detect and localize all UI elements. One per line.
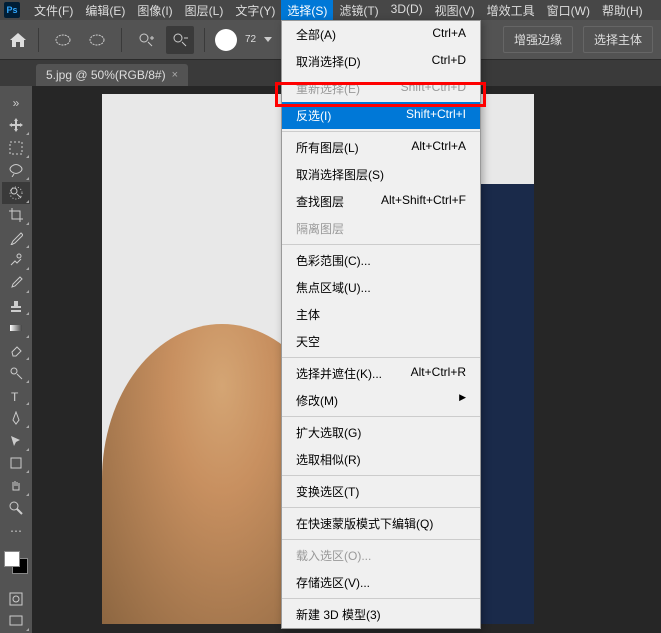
path-selection-tool[interactable] — [2, 430, 30, 452]
quick-select-add-icon[interactable] — [132, 26, 160, 54]
menu-图层[interactable]: 图层(L) — [179, 0, 230, 21]
lasso-tool[interactable] — [2, 160, 30, 182]
menu-bar: Ps 文件(F)编辑(E)图像(I)图层(L)文字(Y)选择(S)滤镜(T)3D… — [0, 0, 661, 20]
eraser-tool[interactable] — [2, 340, 30, 362]
menu-视图[interactable]: 视图(V) — [429, 0, 481, 21]
menu-item[interactable]: 所有图层(L)Alt+Ctrl+A — [282, 134, 480, 161]
hand-tool[interactable] — [2, 475, 30, 497]
home-icon[interactable] — [8, 31, 28, 49]
close-icon[interactable]: × — [172, 69, 178, 81]
menu-item[interactable]: 存储选区(V)... — [282, 569, 480, 596]
menu-item[interactable]: 变换选区(T) — [282, 478, 480, 505]
stamp-tool[interactable] — [2, 295, 30, 317]
quick-mask-icon[interactable] — [2, 588, 30, 610]
menu-item[interactable]: 修改(M)▶ — [282, 387, 480, 414]
crop-tool[interactable] — [2, 205, 30, 227]
marquee-tool[interactable] — [2, 137, 30, 159]
screen-mode-icon[interactable] — [2, 611, 30, 633]
menu-item[interactable]: 选取相似(R) — [282, 446, 480, 473]
edit-toolbar[interactable]: ⋯ — [2, 520, 30, 542]
brush-preview[interactable] — [215, 29, 237, 51]
menu-item[interactable]: 色彩范围(C)... — [282, 247, 480, 274]
menu-item[interactable]: 选择并遮住(K)...Alt+Ctrl+R — [282, 360, 480, 387]
select-menu-dropdown: 全部(A)Ctrl+A取消选择(D)Ctrl+D重新选择(E)Shift+Ctr… — [281, 20, 481, 629]
menu-文件[interactable]: 文件(F) — [28, 0, 79, 21]
menu-item: 隔离图层 — [282, 215, 480, 242]
menu-item[interactable]: 主体 — [282, 301, 480, 328]
menu-item[interactable]: 在快速蒙版模式下编辑(Q) — [282, 510, 480, 537]
svg-text:T: T — [11, 390, 19, 403]
quick-select-subtract-icon[interactable] — [166, 26, 194, 54]
quick-selection-tool[interactable] — [2, 182, 30, 204]
menu-帮助[interactable]: 帮助(H) — [596, 0, 649, 21]
menu-item[interactable]: 查找图层Alt+Shift+Ctrl+F — [282, 188, 480, 215]
menu-item[interactable]: 取消选择图层(S) — [282, 161, 480, 188]
move-tool[interactable] — [2, 115, 30, 137]
menu-item[interactable]: 焦点区域(U)... — [282, 274, 480, 301]
menu-窗口[interactable]: 窗口(W) — [541, 0, 596, 21]
healing-brush-tool[interactable] — [2, 250, 30, 272]
gradient-tool[interactable] — [2, 317, 30, 339]
brush-size-label: 72 — [245, 34, 256, 45]
menu-选择[interactable]: 选择(S) — [281, 0, 333, 21]
dodge-tool[interactable] — [2, 362, 30, 384]
app-logo: Ps — [4, 2, 20, 18]
document-tab[interactable]: 5.jpg @ 50%(RGB/8#) × — [36, 64, 188, 86]
menu-增效工具[interactable]: 增效工具 — [481, 0, 541, 21]
menu-item[interactable]: 新建 3D 模型(3) — [282, 601, 480, 628]
menu-item[interactable]: 天空 — [282, 328, 480, 355]
menu-3d[interactable]: 3D(D) — [385, 0, 429, 21]
zoom-tool[interactable] — [2, 498, 30, 520]
brush-tool[interactable] — [2, 272, 30, 294]
enhance-edge-button[interactable]: 增强边缘 — [503, 26, 573, 53]
selection-add-icon[interactable] — [83, 26, 111, 54]
shape-tool[interactable] — [2, 453, 30, 475]
menu-item: 载入选区(O)... — [282, 542, 480, 569]
toolbox: » T ⋯ — [0, 86, 32, 633]
menu-文字[interactable]: 文字(Y) — [229, 0, 281, 21]
menu-item[interactable]: 扩大选取(G) — [282, 419, 480, 446]
selection-new-icon[interactable] — [49, 26, 77, 54]
color-swatch[interactable] — [4, 551, 28, 574]
pen-tool[interactable] — [2, 407, 30, 429]
select-subject-button[interactable]: 选择主体 — [583, 26, 653, 53]
menu-滤镜[interactable]: 滤镜(T) — [333, 0, 384, 21]
menu-编辑[interactable]: 编辑(E) — [79, 0, 131, 21]
eyedropper-tool[interactable] — [2, 227, 30, 249]
menu-item[interactable]: 全部(A)Ctrl+A — [282, 21, 480, 48]
tab-title: 5.jpg @ 50%(RGB/8#) — [46, 68, 166, 82]
collapse-icon[interactable]: » — [2, 92, 30, 114]
type-tool[interactable]: T — [2, 385, 30, 407]
menu-item[interactable]: 取消选择(D)Ctrl+D — [282, 48, 480, 75]
menu-item[interactable]: 反选(I)Shift+Ctrl+I — [282, 102, 480, 129]
menu-item: 重新选择(E)Shift+Ctrl+D — [282, 75, 480, 102]
menu-图像[interactable]: 图像(I) — [131, 0, 178, 21]
